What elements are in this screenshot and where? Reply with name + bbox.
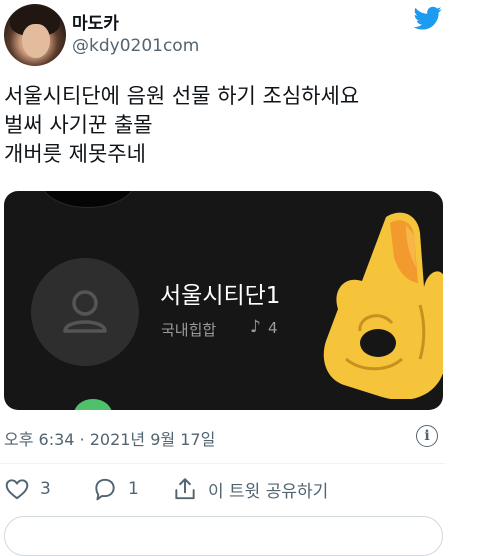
tweet-line-3: 개버릇 제못주네 [4,142,146,166]
media-image[interactable]: 서울시티단1 국내힙합 ♪ 4 [4,191,443,410]
avatar-face [22,24,50,58]
music-note-icon: ♪ [250,317,261,337]
heart-icon [5,479,29,500]
author-name[interactable]: 마도카 [72,9,119,34]
share-icon [175,478,195,500]
author-handle[interactable]: @kdy0201com [72,36,199,56]
share-label: 이 트윗 공유하기 [208,481,329,502]
media-bottom-shape [74,399,112,410]
music-count: 4 [268,319,278,337]
like-count: 3 [40,479,51,499]
ok-hand-emoji [323,212,443,399]
tweet-actions: 3 1 이 트윗 공유하기 [4,476,444,506]
bottom-button[interactable] [4,516,443,556]
like-button[interactable]: 3 [4,476,51,502]
avatar[interactable] [4,4,66,66]
user-icon [63,290,107,333]
tweet-line-2: 벌써 사기꾼 출몰 [4,113,153,137]
tweet-text: 서울시티단에 음원 선물 하기 조심하세요 벌써 사기꾼 출몰 개버릇 제못주네 [4,82,444,169]
reply-icon [95,478,115,501]
info-icon[interactable]: i [416,425,438,447]
twitter-bird-icon[interactable] [412,4,444,32]
media-top-shape [42,191,134,207]
music-title: 서울시티단1 [160,283,281,309]
right-margin [462,0,480,528]
reply-count: 1 [128,479,139,499]
tweet-line-1: 서울시티단에 음원 선물 하기 조심하세요 [4,84,360,108]
divider [0,463,445,464]
tweet-timestamp[interactable]: 오후 6:34 · 2021년 9월 17일 [4,426,215,450]
music-genre: 국내힙합 [161,321,217,339]
music-profile-placeholder [31,258,139,366]
reply-button[interactable]: 1 [92,476,139,502]
share-button[interactable]: 이 트윗 공유하기 [172,476,328,502]
